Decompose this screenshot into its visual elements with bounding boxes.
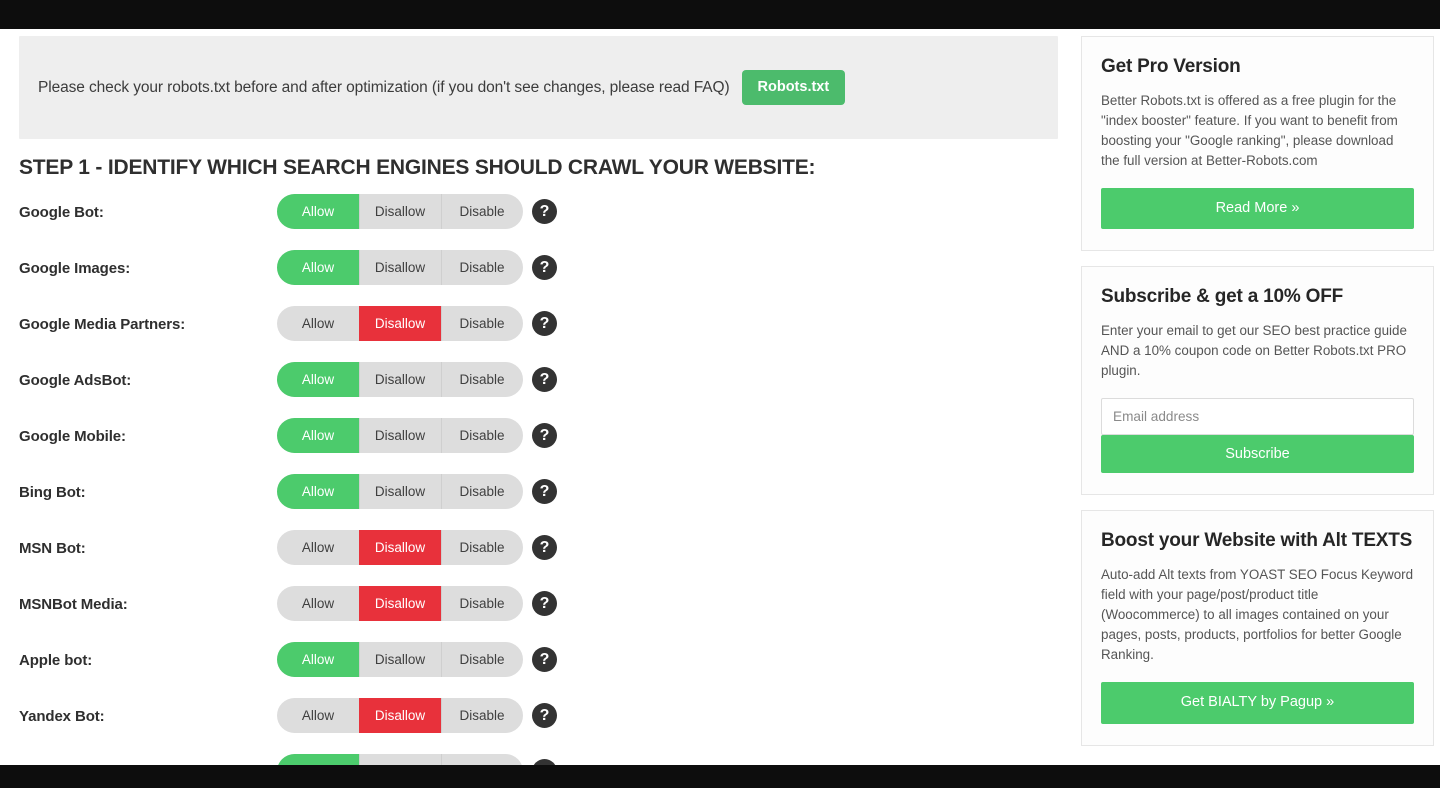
bot-permission-switch[interactable]: AllowDisallowDisable — [277, 194, 523, 229]
robots-notice-text: Please check your robots.txt before and … — [38, 78, 730, 96]
switch-option-disallow[interactable]: Disallow — [359, 306, 441, 341]
switch-option-disallow[interactable]: Disallow — [359, 754, 441, 765]
switch-option-allow[interactable]: Allow — [277, 306, 359, 341]
bot-row: Google Bot: Allow Disallow Disable? — [19, 188, 1058, 244]
panel-title: Get Pro Version — [1101, 56, 1241, 77]
email-input[interactable] — [1101, 398, 1414, 436]
switch-option-disable[interactable]: Disable — [441, 474, 523, 509]
robots-txt-button[interactable]: Robots.txt — [741, 69, 846, 106]
bot-label: Yandex Bot: — [19, 708, 105, 725]
help-question-icon[interactable]: ? — [532, 311, 557, 336]
bot-permission-switch[interactable]: AllowDisallowDisable — [277, 530, 523, 565]
switch-option-disallow[interactable]: Disallow — [359, 194, 441, 229]
switch-option-disable[interactable]: Disable — [441, 698, 523, 733]
bot-row: Google Images: Allow Disallow Disable? — [19, 244, 1058, 300]
switch-option-disable[interactable]: Disable — [441, 250, 523, 285]
bot-permission-switch[interactable]: AllowDisallowDisable — [277, 586, 523, 621]
switch-option-allow[interactable]: Allow — [277, 362, 359, 397]
page-content: Please check your robots.txt before and … — [0, 29, 1440, 765]
bot-row: Bing Bot: Allow Disallow Disable? — [19, 468, 1058, 524]
browser-bottom-bar — [0, 765, 1440, 788]
panel-body-text: Better Robots.txt is offered as a free p… — [1101, 93, 1398, 168]
get-bialty-button[interactable]: Get BIALTY by Pagup » — [1101, 682, 1414, 724]
switch-option-disallow[interactable]: Disallow — [359, 642, 441, 677]
bot-settings-list: Google Bot: Allow Disallow Disable? Google I… — [19, 188, 1058, 765]
bot-label: Google Bot: — [19, 204, 104, 221]
bot-label: Bing Bot: — [19, 484, 86, 501]
bot-label: MSNBot Media: — [19, 596, 128, 613]
switch-option-allow[interactable]: Allow — [277, 530, 359, 565]
bot-row: MSNBot Media: Allow Disallow Disable? — [19, 580, 1058, 636]
switch-option-disallow[interactable]: Disallow — [359, 250, 441, 285]
switch-option-allow[interactable]: Allow — [277, 474, 359, 509]
bot-permission-switch[interactable]: AllowDisallowDisable — [277, 642, 523, 677]
switch-option-disallow[interactable]: Disallow — [359, 418, 441, 453]
panel-body-text: Auto-add Alt texts from YOAST SEO Focus … — [1101, 567, 1414, 663]
switch-option-disable[interactable]: Disable — [441, 306, 523, 341]
switch-option-allow[interactable]: Allow — [277, 642, 359, 677]
bot-permission-switch[interactable]: AllowDisallowDisable — [277, 250, 523, 285]
help-question-icon[interactable]: ? — [532, 423, 557, 448]
panel-title: Boost your Website with Alt TEXTS — [1101, 530, 1413, 552]
help-question-icon[interactable]: ? — [532, 535, 557, 560]
bot-permission-switch[interactable]: AllowDisallowDisable — [277, 698, 523, 733]
read-more-button[interactable]: Read More » — [1101, 188, 1414, 230]
switch-option-disable[interactable]: Disable — [441, 754, 523, 765]
bot-permission-switch[interactable]: AllowDisallowDisable — [277, 306, 523, 341]
help-question-icon[interactable]: ? — [532, 703, 557, 728]
step-1-heading: STEP 1 - IDENTIFY WHICH SEARCH ENGINES S… — [19, 156, 816, 179]
main-column: Please check your robots.txt before and … — [19, 36, 1058, 765]
switch-option-allow[interactable]: Allow — [277, 194, 359, 229]
bot-label: MSN Bot: — [19, 540, 86, 557]
switch-option-allow[interactable]: Allow — [277, 250, 359, 285]
switch-option-disable[interactable]: Disable — [441, 418, 523, 453]
bot-label: Google Media Partners: — [19, 316, 186, 333]
help-question-icon[interactable]: ? — [532, 647, 557, 672]
help-question-icon[interactable]: ? — [532, 479, 557, 504]
switch-option-disallow[interactable]: Disallow — [359, 474, 441, 509]
bot-row: Google Mobile: Allow Disallow Disable? — [19, 412, 1058, 468]
subscribe-button[interactable]: Subscribe — [1101, 435, 1414, 474]
switch-option-disallow[interactable]: Disallow — [359, 586, 441, 621]
bot-label: Apple bot: — [19, 652, 93, 669]
switch-option-disable[interactable]: Disable — [441, 586, 523, 621]
bot-row: Yandex Bot: Allow Disallow Disable? — [19, 692, 1058, 748]
switch-option-disable[interactable]: Disable — [441, 362, 523, 397]
bot-label: Google Mobile: — [19, 428, 126, 445]
switch-option-disallow[interactable]: Disallow — [359, 698, 441, 733]
panel-title: Subscribe & get a 10% OFF — [1101, 286, 1344, 308]
bot-label: Google AdsBot: — [19, 372, 132, 389]
help-question-icon[interactable]: ? — [532, 255, 557, 280]
panel-get-pro-version: Get Pro Version Better Robots.txt is off… — [1081, 36, 1434, 252]
app-root: Please check your robots.txt before and … — [0, 0, 1440, 788]
panel-body-text: Enter your email to get our SEO best pra… — [1101, 323, 1407, 379]
bot-row: AllowDisallowDisable? — [19, 748, 1058, 765]
bot-permission-switch[interactable]: AllowDisallowDisable — [277, 418, 523, 453]
switch-option-disable[interactable]: Disable — [441, 194, 523, 229]
robots-notice-bar: Please check your robots.txt before and … — [19, 36, 1058, 139]
switch-option-disallow[interactable]: Disallow — [359, 362, 441, 397]
panel-alt-texts: Boost your Website with Alt TEXTS Auto-a… — [1081, 510, 1434, 746]
bot-label: Google Images: — [19, 260, 131, 277]
help-question-icon[interactable]: ? — [532, 199, 557, 224]
bot-permission-switch[interactable]: AllowDisallowDisable — [277, 754, 523, 765]
bot-permission-switch[interactable]: AllowDisallowDisable — [277, 362, 523, 397]
panel-subscribe: Subscribe & get a 10% OFF Enter your ema… — [1081, 266, 1434, 496]
switch-option-disable[interactable]: Disable — [441, 530, 523, 565]
bot-row: MSN Bot: Allow Disallow Disable? — [19, 524, 1058, 580]
switch-option-allow[interactable]: Allow — [277, 698, 359, 733]
sidebar: Get Pro Version Better Robots.txt is off… — [1081, 36, 1434, 761]
switch-option-allow[interactable]: Allow — [277, 586, 359, 621]
browser-top-bar — [0, 0, 1440, 29]
switch-option-allow[interactable]: Allow — [277, 418, 359, 453]
switch-option-allow[interactable]: Allow — [277, 754, 359, 765]
help-question-icon[interactable]: ? — [532, 591, 557, 616]
bot-row: Apple bot: Allow Disallow Disable? — [19, 636, 1058, 692]
bot-row: Google Media Partners: Allow Disallow Disab… — [19, 300, 1058, 356]
switch-option-disable[interactable]: Disable — [441, 642, 523, 677]
bot-permission-switch[interactable]: AllowDisallowDisable — [277, 474, 523, 509]
help-question-icon[interactable]: ? — [532, 367, 557, 392]
switch-option-disallow[interactable]: Disallow — [359, 530, 441, 565]
bot-row: Google AdsBot: Allow Disallow Disable? — [19, 356, 1058, 412]
